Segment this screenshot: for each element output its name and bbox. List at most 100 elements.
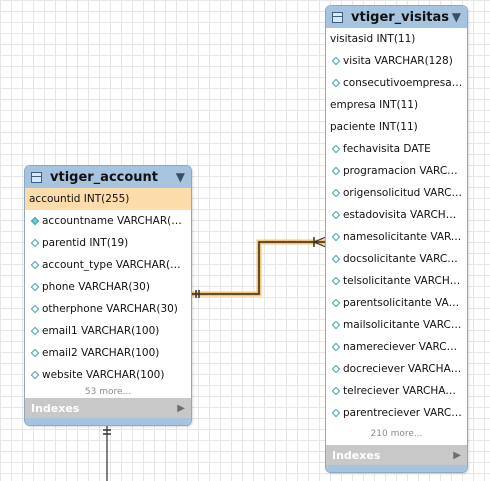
column-row[interactable]: fechavisita DATE bbox=[326, 138, 467, 160]
column-diamond-icon bbox=[331, 78, 341, 88]
column-row[interactable]: parentsolicitante VARC... bbox=[326, 292, 467, 314]
more-columns-link[interactable]: 53 more... bbox=[25, 386, 191, 398]
column-label: parentsolicitante VARC... bbox=[343, 297, 463, 309]
table-icon bbox=[332, 11, 343, 23]
column-diamond-icon bbox=[30, 216, 40, 226]
expand-triangle-icon[interactable]: ▶ bbox=[177, 403, 185, 414]
column-label: visita VARCHAR(128) bbox=[343, 55, 453, 67]
column-label: namereciever VARCHA... bbox=[343, 341, 463, 353]
column-label: otherphone VARCHAR(30) bbox=[42, 303, 178, 315]
column-label: empresa INT(11) bbox=[330, 99, 419, 111]
column-row[interactable]: website VARCHAR(100) bbox=[25, 364, 191, 386]
column-label: accountid INT(255) bbox=[29, 193, 130, 205]
expand-triangle-icon[interactable]: ▶ bbox=[453, 450, 461, 461]
column-diamond-icon bbox=[30, 326, 40, 336]
collapse-triangle-icon[interactable]: ▼ bbox=[452, 10, 461, 24]
column-diamond-icon bbox=[30, 238, 40, 248]
column-label: email2 VARCHAR(100) bbox=[42, 347, 160, 359]
column-diamond-icon bbox=[331, 232, 341, 242]
column-diamond-icon bbox=[331, 364, 341, 374]
column-label: telreciever VARCHAR(64) bbox=[343, 385, 463, 397]
column-row[interactable]: visita VARCHAR(128) bbox=[326, 50, 467, 72]
column-label: parentid INT(19) bbox=[42, 237, 129, 249]
column-diamond-icon bbox=[331, 298, 341, 308]
column-label: origensolicitud VARCH... bbox=[343, 187, 463, 199]
table-icon bbox=[31, 171, 42, 183]
column-diamond-icon bbox=[331, 166, 341, 176]
column-list: accountid INT(255) accountname VARCHAR(10… bbox=[25, 188, 191, 386]
table-footer bbox=[326, 465, 467, 472]
relationship-line bbox=[192, 241, 326, 295]
column-row[interactable]: docsolicitante VARCH... bbox=[326, 248, 467, 270]
column-row[interactable]: telreciever VARCHAR(64) bbox=[326, 380, 467, 402]
more-columns-link[interactable]: 210 more... bbox=[326, 424, 467, 445]
table-vtiger-visitas[interactable]: vtiger_visitas ▼ visitasid INT(11) visita… bbox=[325, 5, 468, 473]
column-label: accountname VARCHAR(100) bbox=[42, 215, 187, 227]
table-vtiger-account[interactable]: vtiger_account ▼ accountid INT(255) accou… bbox=[24, 165, 192, 426]
column-diamond-icon bbox=[331, 320, 341, 330]
column-row[interactable]: telsolicitante VARCHAR... bbox=[326, 270, 467, 292]
column-row[interactable]: paciente INT(11) bbox=[326, 116, 467, 138]
table-title: vtiger_visitas bbox=[351, 9, 450, 25]
column-list: visitasid INT(11) visita VARCHAR(128) cons… bbox=[326, 28, 467, 424]
indexes-section[interactable]: Indexes ▶ bbox=[326, 445, 467, 465]
column-row[interactable]: estadovisita VARCHAR(... bbox=[326, 204, 467, 226]
column-label: telsolicitante VARCHAR... bbox=[343, 275, 463, 287]
column-row[interactable]: accountname VARCHAR(100) bbox=[25, 210, 191, 232]
table-title: vtiger_account bbox=[50, 169, 159, 185]
column-row[interactable]: email1 VARCHAR(100) bbox=[25, 320, 191, 342]
primary-key-column[interactable]: accountid INT(255) bbox=[25, 188, 191, 210]
column-label: fechavisita DATE bbox=[343, 143, 431, 155]
column-row[interactable]: docreciever VARCHAR(... bbox=[326, 358, 467, 380]
column-diamond-icon bbox=[331, 386, 341, 396]
column-diamond-icon bbox=[30, 304, 40, 314]
table-header[interactable]: vtiger_visitas ▼ bbox=[326, 6, 467, 28]
column-label: namesolicitante VARCH... bbox=[343, 231, 463, 243]
collapse-triangle-icon[interactable]: ▼ bbox=[176, 170, 185, 184]
column-row[interactable]: account_type VARCHAR(200) bbox=[25, 254, 191, 276]
column-diamond-icon bbox=[331, 188, 341, 198]
column-row[interactable]: phone VARCHAR(30) bbox=[25, 276, 191, 298]
column-row[interactable]: consecutivoempresa I... bbox=[326, 72, 467, 94]
indexes-label: Indexes bbox=[31, 401, 80, 415]
column-row[interactable]: programacion VARCHA... bbox=[326, 160, 467, 182]
column-diamond-icon bbox=[331, 56, 341, 66]
table-footer bbox=[25, 418, 191, 425]
column-label: docsolicitante VARCH... bbox=[343, 253, 463, 265]
column-diamond-icon bbox=[30, 370, 40, 380]
column-label: consecutivoempresa I... bbox=[343, 77, 463, 89]
column-label: account_type VARCHAR(200) bbox=[42, 259, 187, 271]
column-row[interactable]: visitasid INT(11) bbox=[326, 28, 467, 50]
column-diamond-icon bbox=[331, 254, 341, 264]
indexes-section[interactable]: Indexes ▶ bbox=[25, 398, 191, 418]
column-label: parentreciever VARCH... bbox=[343, 407, 463, 419]
column-row[interactable]: mailsolicitante VARCHA... bbox=[326, 314, 467, 336]
column-diamond-icon bbox=[331, 342, 341, 352]
column-diamond-icon bbox=[30, 260, 40, 270]
column-diamond-icon bbox=[30, 282, 40, 292]
table-header[interactable]: vtiger_account ▼ bbox=[25, 166, 191, 188]
column-row[interactable]: otherphone VARCHAR(30) bbox=[25, 298, 191, 320]
column-row[interactable]: empresa INT(11) bbox=[326, 94, 467, 116]
column-label: email1 VARCHAR(100) bbox=[42, 325, 160, 337]
column-row[interactable]: namesolicitante VARCH... bbox=[326, 226, 467, 248]
column-label: website VARCHAR(100) bbox=[42, 369, 165, 381]
column-row[interactable]: parentid INT(19) bbox=[25, 232, 191, 254]
column-label: mailsolicitante VARCHA... bbox=[343, 319, 463, 331]
column-row[interactable]: parentreciever VARCH... bbox=[326, 402, 467, 424]
column-row[interactable]: email2 VARCHAR(100) bbox=[25, 342, 191, 364]
column-diamond-icon bbox=[331, 144, 341, 154]
column-label: visitasid INT(11) bbox=[330, 33, 416, 45]
column-row[interactable]: origensolicitud VARCH... bbox=[326, 182, 467, 204]
column-label: paciente INT(11) bbox=[330, 121, 418, 133]
column-label: docreciever VARCHAR(... bbox=[343, 363, 463, 375]
column-label: programacion VARCHA... bbox=[343, 165, 463, 177]
column-diamond-icon bbox=[331, 408, 341, 418]
column-label: phone VARCHAR(30) bbox=[42, 281, 150, 293]
indexes-label: Indexes bbox=[332, 448, 381, 462]
column-row[interactable]: namereciever VARCHA... bbox=[326, 336, 467, 358]
column-label: estadovisita VARCHAR(... bbox=[343, 209, 463, 221]
column-diamond-icon bbox=[331, 210, 341, 220]
column-diamond-icon bbox=[30, 348, 40, 358]
column-diamond-icon bbox=[331, 276, 341, 286]
